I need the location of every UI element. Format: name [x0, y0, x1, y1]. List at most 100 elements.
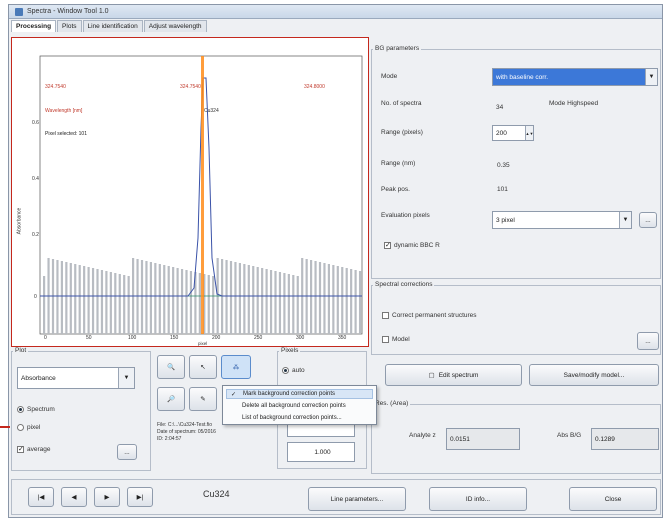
tab-bar: Processing Plots Line identification Adj… — [11, 20, 208, 32]
pixel-radio[interactable] — [17, 424, 24, 431]
average-checkbox[interactable] — [17, 445, 24, 453]
menu-item-list-points[interactable]: List of background correction points... — [226, 413, 373, 423]
eval-more-button[interactable]: ... — [639, 212, 657, 228]
nav-prev-button[interactable]: ◀ — [61, 487, 87, 507]
pixel-bar — [247, 265, 250, 334]
analyte-label: Analyte z — [409, 432, 436, 439]
context-menu: ✓ Mark background correction points Dele… — [222, 385, 377, 425]
y-tick-3: 0 — [34, 294, 37, 300]
save-model-button[interactable]: Save/modify model... — [529, 364, 659, 386]
magnifier-icon: 🔍 — [166, 364, 176, 371]
pixel-bar — [154, 263, 157, 334]
pixel-bar — [225, 260, 228, 334]
pixel-input-2[interactable]: 1.000 — [287, 442, 355, 462]
spectra-mode: Mode Highspeed — [549, 100, 599, 107]
model-more-button[interactable]: ... — [637, 332, 659, 350]
nav-last-button[interactable]: ▶| — [127, 487, 153, 507]
pixel-bar — [234, 262, 237, 334]
edit-spectrum-button[interactable]: ▢ Edit spectrum — [385, 364, 522, 386]
menu-item-mark-points-label: Mark background correction points — [243, 391, 336, 397]
pixel-bar — [109, 272, 112, 334]
tab-plots[interactable]: Plots — [57, 20, 82, 32]
y-tick-1: 0.4 — [32, 176, 39, 182]
x-tick-7: 350 — [338, 335, 347, 341]
tab-line-identification[interactable]: Line identification — [82, 20, 143, 32]
dynamic-checkbox[interactable] — [384, 241, 391, 249]
eval-pixels-value: 3 pixel — [496, 216, 515, 224]
annotation-connector — [0, 426, 10, 428]
plot-mode-select[interactable]: Absorbance ▼ — [17, 367, 135, 389]
menu-item-delete-points[interactable]: Delete all background correction points — [226, 401, 373, 411]
x-axis-label: pixel — [198, 341, 208, 346]
x-tick-6: 300 — [296, 335, 305, 341]
correct-permanent-label: Correct permanent structures — [392, 312, 477, 319]
pixel-bar — [100, 270, 104, 334]
app-icon — [15, 7, 23, 16]
pixel-bar — [261, 268, 264, 334]
plot-panel: 0.6 0.4 0.2 0 Absorbance 0 50 100 150 20… — [11, 37, 369, 347]
range-nm-value: 0.35 — [497, 162, 510, 169]
pixel-bar — [123, 275, 126, 334]
pixel-input-1[interactable] — [287, 423, 355, 437]
correct-permanent-checkbox[interactable] — [382, 312, 389, 319]
pixel-bar — [265, 269, 268, 334]
pixel-bar — [327, 264, 330, 334]
spectrum-radio[interactable] — [17, 406, 24, 413]
peak-pos-value: 101 — [497, 186, 508, 193]
pixel-input-2-value: 1.000 — [314, 448, 331, 456]
x-tick-5: 250 — [254, 335, 263, 341]
bg-parameters-title: BG parameters — [373, 45, 422, 52]
y-tick-0: 0.6 — [32, 120, 39, 126]
chevron-down-icon[interactable]: ▼ — [645, 69, 657, 85]
line-parameters-button[interactable]: Line parameters... — [308, 487, 406, 511]
pixel-bar — [43, 276, 46, 334]
pixel-bar — [65, 262, 68, 334]
annotation-center-mid: Cu324 — [204, 108, 219, 114]
analyte-value: 0.0151 — [446, 428, 520, 450]
pixel-bar — [269, 270, 273, 334]
zoom-out-tool-button[interactable]: 🔎 — [157, 387, 185, 411]
pencil-icon: ✎ — [200, 396, 206, 403]
x-tick-4: 200 — [212, 335, 221, 341]
pixels-auto-radio[interactable] — [282, 367, 289, 374]
chevron-down-icon[interactable]: ▼ — [619, 212, 631, 228]
zoom-tool-button[interactable]: 🔍 — [157, 355, 185, 379]
nav-next-button[interactable]: ▶ — [94, 487, 120, 507]
model-checkbox[interactable] — [382, 336, 389, 343]
pixel-bar — [358, 271, 362, 334]
close-button[interactable]: Close — [569, 487, 657, 511]
edit-tool-button[interactable]: ✎ — [189, 387, 217, 411]
chevron-down-icon[interactable]: ▼ — [118, 368, 134, 388]
edit-spectrum-label: Edit spectrum — [438, 371, 479, 379]
pixel-bar — [229, 261, 233, 334]
info-line-0: File: C:\...\Cu324-Test.fio — [157, 422, 213, 428]
spinner-arrows-icon[interactable]: ▲▼ — [525, 126, 533, 140]
model-label: Model — [392, 336, 410, 343]
pixel-bar — [341, 267, 344, 334]
pixel-bar — [274, 271, 277, 334]
tab-adjust-wavelength[interactable]: Adjust wavelength — [143, 20, 207, 32]
pixel-bar — [283, 273, 286, 334]
average-more-button[interactable]: ... — [117, 444, 137, 460]
checkmark-icon: ✓ — [231, 391, 237, 398]
peak-marker[interactable] — [201, 56, 204, 334]
nav-first-button[interactable]: |◀ — [28, 487, 54, 507]
pixel-bar — [318, 262, 322, 334]
average-label: average — [27, 446, 51, 453]
points-icon: ⁂ — [232, 364, 240, 371]
mode-select[interactable]: with baseline corr. ▼ — [492, 68, 658, 86]
pixel-bar — [256, 267, 259, 334]
tab-processing[interactable]: Processing — [11, 20, 57, 32]
range-pixels-input[interactable]: 200 ▲▼ — [492, 125, 534, 141]
menu-item-mark-points[interactable]: ✓ Mark background correction points — [226, 389, 373, 399]
pixel-bar — [198, 273, 201, 334]
pixel-bar — [118, 274, 121, 334]
pixel-bar — [105, 271, 108, 334]
abs-value: 0.1289 — [591, 428, 659, 450]
pixel-bar — [74, 264, 77, 334]
bg-points-tool-button[interactable]: ⁂ — [221, 355, 251, 379]
eval-pixels-select[interactable]: 3 pixel ▼ — [492, 211, 632, 229]
id-info-button[interactable]: ID info... — [429, 487, 527, 511]
pointer-tool-button[interactable]: ↖ — [189, 355, 217, 379]
range-pixels-label: Range (pixels) — [381, 129, 423, 136]
